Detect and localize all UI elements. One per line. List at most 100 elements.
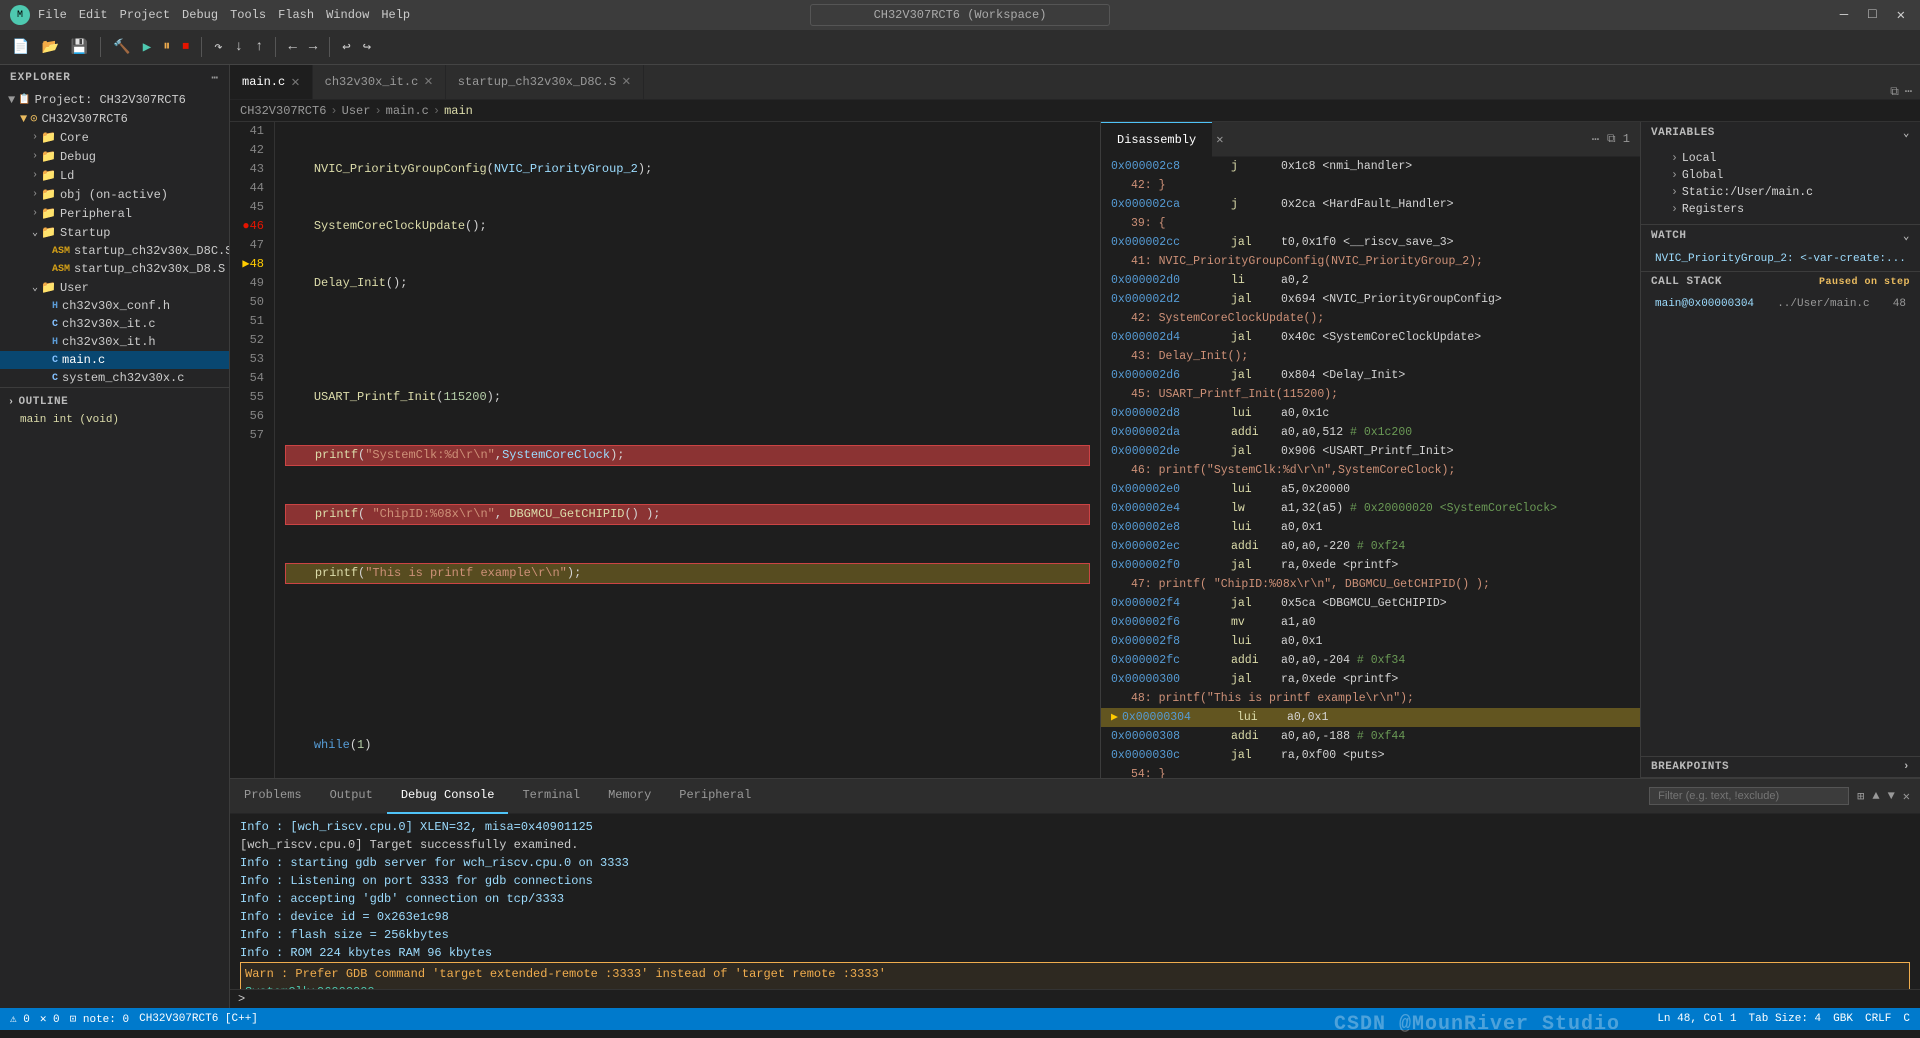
watch-header[interactable]: WATCH ⌄ bbox=[1641, 225, 1920, 247]
tab-memory[interactable]: Memory bbox=[594, 779, 665, 814]
disasm-more-button[interactable]: ⋯ bbox=[1592, 132, 1599, 147]
console-input[interactable] bbox=[255, 992, 1912, 1006]
tab-startup-close[interactable]: ✕ bbox=[622, 73, 630, 90]
debug-start-button[interactable]: ▶ bbox=[139, 37, 155, 58]
callstack-item-main[interactable]: main@0x00000304 ../User/main.c 48 bbox=[1651, 296, 1910, 312]
open-button[interactable]: 📂 bbox=[37, 37, 62, 58]
variables-static[interactable]: ›Static:/User/main.c bbox=[1655, 184, 1906, 201]
console-close-button[interactable]: ✕ bbox=[1903, 789, 1910, 804]
console-scroll-down[interactable]: ▼ bbox=[1888, 789, 1895, 803]
disasm-srcline: 41: NVIC_PriorityGroupConfig(NVIC_Priori… bbox=[1101, 252, 1640, 271]
sidebar-item-startup[interactable]: ⌄ 📁 Startup bbox=[0, 223, 229, 242]
disasm-line: 0x000002e4lwa1,32(a5) # 0x20000020 <Syst… bbox=[1101, 499, 1640, 518]
explorer-icons[interactable]: ⋯ bbox=[211, 71, 219, 85]
step-into-button[interactable]: ↓ bbox=[231, 37, 247, 57]
watch-item[interactable]: NVIC_PriorityGroup_2: <-var-create:... bbox=[1651, 251, 1910, 267]
statusbar-language[interactable]: C bbox=[1903, 1013, 1910, 1025]
sidebar-item-conf-h[interactable]: H ch32v30x_conf.h bbox=[0, 297, 229, 315]
nav-back-button[interactable]: ← bbox=[284, 37, 300, 57]
menu-debug[interactable]: Debug bbox=[182, 8, 218, 22]
tab-debug-console[interactable]: Debug Console bbox=[387, 779, 509, 814]
sidebar-item-ld[interactable]: › 📁 Ld bbox=[0, 166, 229, 185]
variables-registers[interactable]: ›Registers bbox=[1655, 201, 1906, 218]
sidebar-item-main-c[interactable]: C main.c bbox=[0, 351, 229, 369]
outline-header[interactable]: › OUTLINE bbox=[0, 392, 229, 412]
disasm-close-button[interactable]: ✕ bbox=[1216, 132, 1223, 147]
variables-header[interactable]: VARIABLES ⌄ bbox=[1641, 122, 1920, 144]
minimize-button[interactable]: — bbox=[1835, 7, 1853, 23]
sidebar-item-debug-folder[interactable]: › 📁 Debug bbox=[0, 147, 229, 166]
debug-stop-button[interactable]: ⏹ bbox=[178, 37, 193, 57]
sidebar-item-core[interactable]: › 📁 Core bbox=[0, 128, 229, 147]
titlebar-center: CH32V307RCT6 (Workspace) bbox=[810, 4, 1110, 26]
statusbar-notes[interactable]: ⊡ note: 0 bbox=[70, 1012, 129, 1026]
sidebar-item-peripheral[interactable]: › 📁 Peripheral bbox=[0, 204, 229, 223]
workspace-search[interactable]: CH32V307RCT6 (Workspace) bbox=[810, 4, 1110, 26]
build-button[interactable]: 🔨 bbox=[109, 37, 134, 58]
tab-problems[interactable]: Problems bbox=[230, 779, 316, 814]
statusbar-tabsize[interactable]: Tab Size: 4 bbox=[1749, 1013, 1822, 1025]
sidebar-item-obj[interactable]: › 📁 obj (on-active) bbox=[0, 185, 229, 204]
outline-item-main[interactable]: main int (void) bbox=[0, 412, 229, 428]
breakpoints-header[interactable]: BREAKPOINTS › bbox=[1641, 757, 1920, 777]
disasm-content[interactable]: 0x000002c8j0x1c8 <nmi_handler> 42: } 0x0… bbox=[1101, 157, 1640, 778]
breadcrumb-function[interactable]: main bbox=[444, 104, 473, 118]
statusbar-errors[interactable]: ✕ 0 bbox=[40, 1012, 60, 1026]
sidebar-item-startup-d8c[interactable]: ASM startup_ch32v30x_D8C.S bbox=[0, 242, 229, 260]
menu-flash[interactable]: Flash bbox=[278, 8, 314, 22]
step-over-button[interactable]: ↷ bbox=[210, 37, 226, 58]
statusbar-position[interactable]: Ln 48, Col 1 bbox=[1657, 1013, 1736, 1025]
undo-button[interactable]: ↩ bbox=[338, 37, 354, 58]
statusbar-project[interactable]: CH32V307RCT6 [C++] bbox=[139, 1013, 258, 1025]
tab-it-c[interactable]: ch32v30x_it.c ✕ bbox=[313, 65, 446, 99]
tab-main-c[interactable]: main.c ✕ bbox=[230, 65, 313, 99]
nav-forward-button[interactable]: → bbox=[305, 37, 321, 57]
code-content[interactable]: NVIC_PriorityGroupConfig(NVIC_PriorityGr… bbox=[275, 122, 1100, 778]
disasm-tab[interactable]: Disassembly bbox=[1101, 122, 1212, 157]
tab-it-c-close[interactable]: ✕ bbox=[424, 73, 432, 90]
sidebar-item-it-c[interactable]: C ch32v30x_it.c bbox=[0, 315, 229, 333]
callstack-header[interactable]: CALL STACK Paused on step bbox=[1641, 272, 1920, 292]
tab-output[interactable]: Output bbox=[316, 779, 387, 814]
close-button[interactable]: ✕ bbox=[1892, 7, 1910, 24]
new-file-button[interactable]: 📄 bbox=[8, 37, 33, 58]
tab-peripheral[interactable]: Peripheral bbox=[665, 779, 765, 814]
sidebar-item-project[interactable]: ▼ 📋 Project: CH32V307RCT6 bbox=[0, 91, 229, 109]
menu-edit[interactable]: Edit bbox=[79, 8, 108, 22]
menu-project[interactable]: Project bbox=[120, 8, 170, 22]
tab-startup[interactable]: startup_ch32v30x_D8C.S ✕ bbox=[446, 65, 644, 99]
sidebar-item-workspace[interactable]: ▼ ⊙ CH32V307RCT6 bbox=[0, 109, 229, 128]
split-editor-button[interactable]: ⧉ bbox=[1890, 85, 1899, 99]
tab-terminal[interactable]: Terminal bbox=[508, 779, 594, 814]
redo-button[interactable]: ↪ bbox=[359, 37, 375, 58]
tab-main-c-close[interactable]: ✕ bbox=[291, 74, 299, 91]
variables-global[interactable]: ›Global bbox=[1655, 167, 1906, 184]
debug-pause-button[interactable]: ⏸ bbox=[159, 37, 174, 57]
disasm-line: 0x000002fcaddia0,a0,-204 # 0xf34 bbox=[1101, 651, 1640, 670]
menu-tools[interactable]: Tools bbox=[230, 8, 266, 22]
sidebar-item-it-h[interactable]: H ch32v30x_it.h bbox=[0, 333, 229, 351]
menu-file[interactable]: File bbox=[38, 8, 67, 22]
maximize-button[interactable]: □ bbox=[1863, 7, 1881, 23]
console-wrap-button[interactable]: ⊞ bbox=[1857, 789, 1864, 804]
breadcrumb-user[interactable]: User bbox=[342, 104, 371, 118]
statusbar-eol[interactable]: CRLF bbox=[1865, 1013, 1891, 1025]
menu-bar[interactable]: File Edit Project Debug Tools Flash Wind… bbox=[38, 8, 410, 22]
console-filter-input[interactable] bbox=[1649, 787, 1849, 805]
console-scroll-up[interactable]: ▲ bbox=[1872, 789, 1879, 803]
disasm-nav-button[interactable]: ⧉ 1 bbox=[1607, 132, 1630, 146]
sidebar-item-system-c[interactable]: C system_ch32v30x.c bbox=[0, 369, 229, 387]
save-button[interactable]: 💾 bbox=[67, 37, 92, 58]
menu-window[interactable]: Window bbox=[326, 8, 369, 22]
breadcrumb-workspace[interactable]: CH32V307RCT6 bbox=[240, 104, 326, 118]
sidebar-item-user[interactable]: ⌄ 📁 User bbox=[0, 278, 229, 297]
statusbar-warnings[interactable]: ⚠ 0 bbox=[10, 1012, 30, 1026]
statusbar-encoding[interactable]: GBK bbox=[1833, 1013, 1853, 1025]
variables-local[interactable]: ›Local bbox=[1655, 150, 1906, 167]
sidebar-item-startup-d8[interactable]: ASM startup_ch32v30x_D8.S bbox=[0, 260, 229, 278]
code-line-50 bbox=[285, 679, 1090, 698]
step-out-button[interactable]: ↑ bbox=[251, 37, 267, 57]
tab-more-button[interactable]: ⋯ bbox=[1905, 84, 1912, 99]
breadcrumb-file[interactable]: main.c bbox=[386, 104, 429, 118]
menu-help[interactable]: Help bbox=[381, 8, 410, 22]
